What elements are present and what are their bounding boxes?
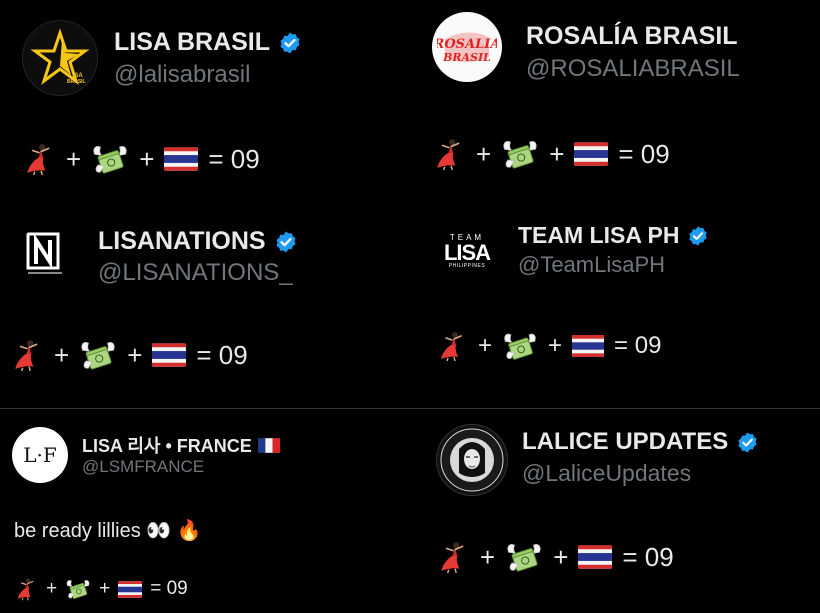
plus-sign: + [66,143,82,174]
plus-sign: + [54,339,70,370]
money-with-wings-emoji-icon [505,538,543,576]
money-with-wings-emoji-icon [502,328,538,364]
tweet-body-text: be ready lillies 👀 🔥 [14,520,202,542]
plus-sign: + [549,138,565,169]
equation-result: = 09 [614,332,662,359]
plus-sign: + [127,339,143,370]
thailand-flag-emoji-icon [152,343,186,367]
thailand-flag-emoji-icon [574,142,608,166]
plus-sign: + [99,578,111,599]
tweet-text: + + = 09 [432,135,670,173]
dancer-emoji-icon [436,540,470,574]
lalice-portrait-icon [440,428,504,492]
avatar[interactable]: L·F [12,427,68,483]
display-name[interactable]: LISA 리사 • FRANCE [82,432,252,458]
money-with-wings-emoji-icon [501,135,539,173]
rosalia-logo-text: ROSALIA [437,37,497,52]
user-handle[interactable]: @TeamLisaPH [518,252,665,278]
tweet-text: + + = 09 [436,328,661,364]
thailand-flag-emoji-icon [118,581,142,598]
plus-sign: + [139,143,155,174]
plus-sign: + [476,138,492,169]
avatar[interactable] [436,424,508,496]
tweet-text: + + = 09 [436,538,674,576]
money-with-wings-emoji-icon [91,140,129,178]
verified-badge-icon [278,31,302,55]
equation-result: = 09 [208,143,260,174]
svg-text:BRASIL: BRASIL [67,79,86,85]
rosalia-logo-icon: ROSALIA BRASIL [437,32,497,64]
user-handle[interactable]: @LISANATIONS_ [98,259,293,287]
dancer-emoji-icon [22,142,56,176]
display-name[interactable]: LISA BRASIL [114,28,270,57]
verified-badge-icon [687,225,709,247]
plus-sign: + [548,332,563,359]
thailand-flag-emoji-icon [572,335,604,357]
user-handle[interactable]: @ROSALIABRASIL [526,55,740,83]
dancer-emoji-icon [10,338,44,372]
money-with-wings-emoji-icon [79,336,117,374]
svg-text:BRASIL: BRASIL [442,51,491,64]
tweet-text: + + = 09 [10,336,248,374]
avatar[interactable]: TEAM LISA PHILIPPINES [438,222,496,280]
plus-sign: + [46,578,58,599]
equation-result: = 09 [618,138,670,169]
avatar[interactable]: LISA BRASIL [22,20,98,96]
lf-logo-text: L·F [23,443,57,467]
tweet-text: + + = 09 [22,140,260,178]
user-handle[interactable]: @lalisabrasil [114,61,250,89]
verified-badge-icon [736,431,759,454]
avatar[interactable]: ROSALIA BRASIL [432,12,502,82]
thailand-flag-emoji-icon [578,545,612,569]
dancer-emoji-icon [14,577,38,601]
display-name[interactable]: ROSALÍA BRASIL [526,22,738,51]
thailand-flag-emoji-icon [164,147,198,171]
equation-result: = 09 [196,339,248,370]
display-name[interactable]: TEAM LISA PH [518,222,679,249]
plus-sign: + [480,541,496,572]
tweet-text: + + = 09 [14,576,188,602]
section-divider [0,408,820,409]
avatar[interactable] [18,226,74,282]
money-with-wings-emoji-icon [65,576,91,602]
dancer-emoji-icon [432,137,466,171]
display-name[interactable]: LISANATIONS [98,227,266,256]
user-handle[interactable]: @LSMFRANCE [82,457,204,477]
france-flag-icon [257,437,280,453]
plus-sign: + [478,332,493,359]
philippines-logo-text: PHILIPPINES [448,262,486,269]
equation-result: = 09 [622,541,674,572]
user-handle[interactable]: @LaliceUpdates [522,460,691,487]
dancer-emoji-icon [436,330,468,362]
lisa-logo-text: LISA [443,239,491,265]
lisanations-logo-icon [26,232,62,274]
equation-result: = 09 [150,578,188,599]
verified-badge-icon [274,230,298,254]
plus-sign: + [553,541,569,572]
star-logo-icon: LISA BRASIL [30,28,90,86]
display-name[interactable]: LALICE UPDATES [522,428,728,456]
